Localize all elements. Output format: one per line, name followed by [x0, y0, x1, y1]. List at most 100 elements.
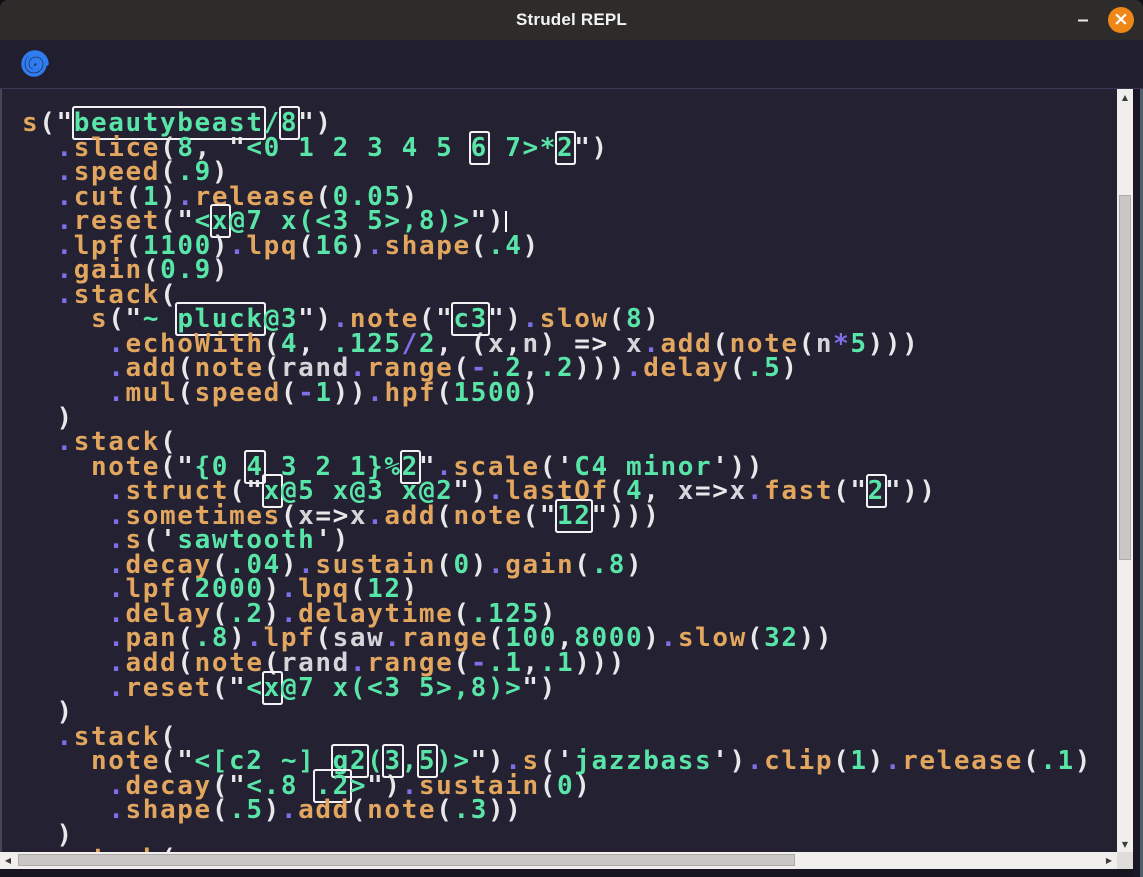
- strudel-repl-window: Strudel REPL – × s("beautybeast/8") .sli…: [0, 0, 1143, 877]
- horizontal-scrollbar-thumb[interactable]: [18, 854, 795, 866]
- app-header: [0, 40, 1143, 89]
- code-token: (: [436, 501, 453, 531]
- code-token: lpq: [246, 231, 298, 261]
- scroll-left-button[interactable]: ◀: [0, 852, 16, 868]
- code-token: x: [730, 476, 747, 506]
- code-editor[interactable]: s("beautybeast/8") .slice(8, "<0 1 2 3 4…: [2, 89, 1119, 852]
- code-token: .: [367, 231, 384, 261]
- code-line: .shape(.5).add(note(.3)): [22, 798, 1119, 823]
- code-token: shape: [384, 231, 470, 261]
- window-title: Strudel REPL: [0, 0, 1143, 40]
- code-token: ): [868, 746, 885, 776]
- code-token: (: [730, 353, 747, 383]
- scroll-up-icon: ▲: [1122, 93, 1128, 102]
- code-token: slow: [678, 623, 747, 653]
- code-token: (: [212, 795, 229, 825]
- code-token: ): [264, 795, 281, 825]
- code-token: )): [488, 795, 523, 825]
- vertical-scrollbar-thumb[interactable]: [1119, 195, 1131, 560]
- active-token-highlight: 2: [868, 476, 885, 506]
- close-icon: ×: [1113, 10, 1129, 29]
- code-token: .8: [592, 550, 627, 580]
- minimize-button[interactable]: –: [1069, 0, 1097, 40]
- code-token: -: [298, 378, 315, 408]
- code-token: .: [229, 231, 246, 261]
- strudel-spiral-logo-icon[interactable]: [21, 50, 49, 78]
- scroll-up-button[interactable]: ▲: [1117, 89, 1133, 105]
- scroll-right-icon: ▶: [1106, 856, 1112, 865]
- code-token: ): [212, 255, 229, 285]
- code-token: .: [281, 795, 298, 825]
- code-token: ): [471, 550, 488, 580]
- code-token: add: [298, 795, 350, 825]
- text-cursor: [505, 211, 507, 232]
- code-token: ))): [868, 329, 920, 359]
- scroll-down-icon: ▼: [1122, 840, 1128, 849]
- code-token: (: [799, 329, 816, 359]
- code-token: )): [333, 378, 368, 408]
- code-token: x: [350, 501, 367, 531]
- code-token: (: [436, 550, 453, 580]
- code-token: .: [57, 844, 74, 852]
- horizontal-scrollbar[interactable]: ◀ ▶: [0, 852, 1117, 869]
- code-token: (: [574, 550, 591, 580]
- code-token: (: [471, 231, 488, 261]
- code-token: ))): [574, 648, 626, 678]
- code-line: .gain(0.9): [22, 258, 1119, 283]
- code-token: speed: [195, 378, 281, 408]
- code-token: clip: [764, 746, 833, 776]
- vertical-scrollbar[interactable]: ▲ ▼: [1117, 89, 1133, 852]
- code-token: 32: [764, 623, 799, 653]
- code-token: gain: [505, 550, 574, 580]
- code-token: add: [384, 501, 436, 531]
- code-token: (": [212, 673, 247, 703]
- code-token: .: [108, 673, 125, 703]
- scroll-right-button[interactable]: ▶: [1101, 852, 1117, 868]
- code-token: <: [246, 673, 263, 703]
- code-token: 0: [557, 771, 574, 801]
- scroll-down-button[interactable]: ▼: [1117, 836, 1133, 852]
- code-token: .: [108, 795, 125, 825]
- close-button[interactable]: ×: [1108, 7, 1134, 33]
- code-token: (: [350, 795, 367, 825]
- active-token-highlight: 6: [471, 133, 488, 163]
- code-token: reset: [126, 673, 212, 703]
- code-token: 16: [315, 231, 350, 261]
- code-token: ): [730, 746, 747, 776]
- code-token: 0: [453, 550, 470, 580]
- code-token: jazzbass: [574, 746, 712, 776]
- code-token: (: [281, 378, 298, 408]
- code-token: @7 x(<3 5>,8)>: [281, 673, 523, 703]
- code-token: "): [522, 673, 557, 703]
- code-token: .2: [540, 353, 575, 383]
- scroll-left-icon: ◀: [5, 856, 11, 865]
- code-token: note: [453, 501, 522, 531]
- code-token: ): [350, 231, 367, 261]
- code-token: .: [367, 378, 384, 408]
- code-token: .: [367, 501, 384, 531]
- code-token: )): [799, 623, 834, 653]
- code-token: ): [643, 623, 660, 653]
- code-token: <0 1 2 3 4 5: [246, 133, 470, 163]
- code-token: 5: [850, 329, 867, 359]
- code-token: .: [661, 623, 678, 653]
- code-token: .4: [488, 231, 523, 261]
- code-token: (: [160, 844, 177, 852]
- code-token: (: [436, 378, 453, 408]
- code-token: (: [540, 771, 557, 801]
- titlebar[interactable]: Strudel REPL – ×: [0, 0, 1143, 40]
- editor-pane: s("beautybeast/8") .slice(8, "<0 1 2 3 4…: [0, 89, 1135, 877]
- code-token: ): [522, 378, 539, 408]
- code-lines: s("beautybeast/8") .slice(8, "<0 1 2 3 4…: [22, 111, 1119, 852]
- code-token: .: [488, 550, 505, 580]
- code-token: mul: [126, 378, 178, 408]
- code-token: .5: [747, 353, 782, 383]
- code-line: ): [22, 700, 1119, 725]
- code-token: .3: [453, 795, 488, 825]
- code-token: n: [816, 329, 833, 359]
- code-line: ): [22, 823, 1119, 848]
- code-token: 1: [315, 378, 332, 408]
- code-token: delay: [643, 353, 729, 383]
- code-token: 1: [850, 746, 867, 776]
- code-token: .1: [1040, 746, 1075, 776]
